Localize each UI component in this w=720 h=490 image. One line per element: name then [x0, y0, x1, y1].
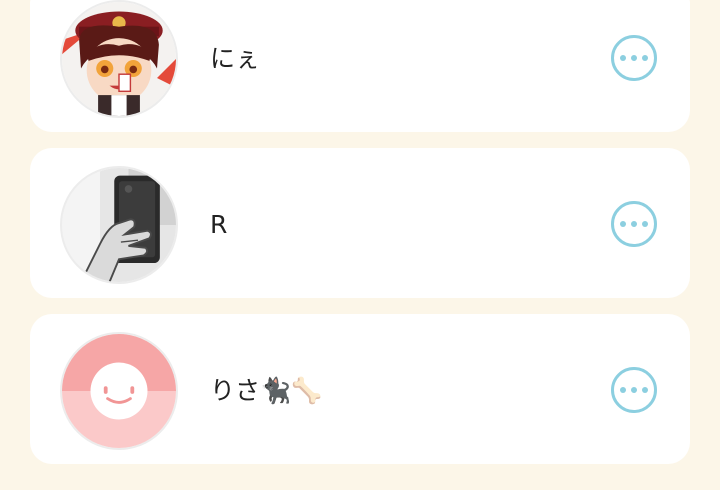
more-options-icon[interactable]	[611, 35, 657, 81]
dot	[642, 221, 648, 227]
user-name: R	[210, 210, 228, 239]
dot	[631, 55, 637, 61]
user-list: にぇ R	[30, 0, 690, 480]
anime-boy-avatar-image	[62, 2, 176, 116]
user-card[interactable]: にぇ	[30, 0, 690, 132]
dot	[620, 55, 626, 61]
more-options-icon[interactable]	[611, 201, 657, 247]
user-name: にぇ	[210, 44, 261, 73]
avatar[interactable]	[60, 332, 178, 450]
dot	[620, 387, 626, 393]
more-options-icon[interactable]	[611, 367, 657, 413]
phone-selfie-avatar-image	[62, 168, 176, 282]
dot	[620, 221, 626, 227]
avatar[interactable]	[60, 0, 178, 118]
dot	[631, 221, 637, 227]
dot	[631, 387, 637, 393]
dot	[642, 55, 648, 61]
user-card[interactable]: りさ🐈‍⬛🦴	[30, 314, 690, 464]
pink-smiley-avatar-image	[62, 334, 176, 448]
dot	[642, 387, 648, 393]
user-name: りさ🐈‍⬛🦴	[210, 376, 323, 405]
user-card[interactable]: R	[30, 148, 690, 298]
avatar[interactable]	[60, 166, 178, 284]
